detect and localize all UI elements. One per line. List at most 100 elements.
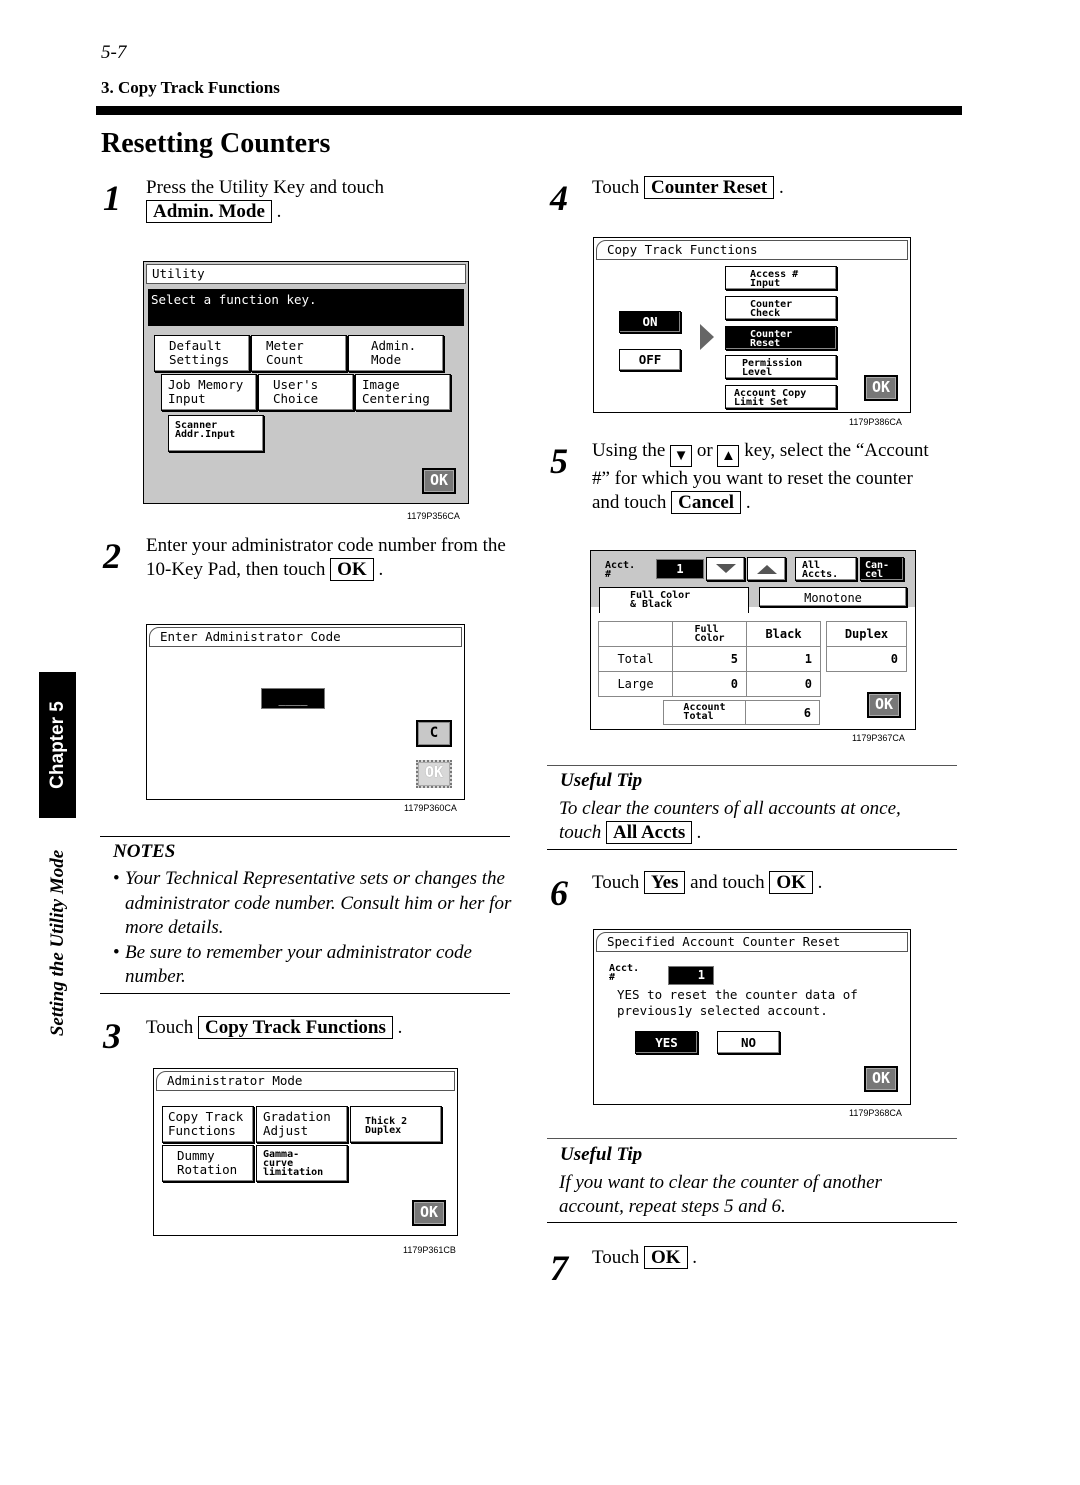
job-memory-input-button[interactable]: Job Memory Input xyxy=(161,374,257,411)
cell-full-color: 0 xyxy=(672,671,747,697)
admin-mode-screen: Administrator Mode Copy Track Functions … xyxy=(153,1068,458,1236)
figure-id: 1179P368CA xyxy=(849,1108,902,1118)
ok-button[interactable]: OK xyxy=(864,1066,898,1092)
clear-button[interactable]: C xyxy=(416,720,452,747)
off-button[interactable]: OFF xyxy=(619,349,681,371)
no-button[interactable]: NO xyxy=(717,1031,780,1054)
gradation-adjust-button[interactable]: Gradation Adjust xyxy=(256,1106,348,1143)
step-3-text: Touch Copy Track Functions . xyxy=(146,1016,526,1040)
account-total-text: Account Total xyxy=(683,702,726,722)
admin-code-field[interactable]: ____ xyxy=(261,688,325,709)
step-7-text: Touch OK . xyxy=(592,1246,952,1270)
up-button[interactable] xyxy=(747,557,786,581)
ok-button[interactable]: OK xyxy=(412,1200,446,1226)
tip-top-rule xyxy=(547,765,957,766)
meter-count-button[interactable]: Meter Count xyxy=(251,335,347,372)
step-text: Touch xyxy=(592,1247,640,1268)
table-header xyxy=(598,621,673,647)
table-header: Full Color xyxy=(672,621,747,647)
notes-top-rule xyxy=(100,836,510,837)
notes-list: Your Technical Representative sets or ch… xyxy=(113,867,513,990)
tip-line: To clear the counters of all accounts at… xyxy=(559,798,901,819)
key-label: OK xyxy=(643,1246,688,1269)
yes-button[interactable]: YES xyxy=(635,1031,698,1054)
notes-bottom-rule xyxy=(100,993,510,994)
admin-mode-button[interactable]: Admin. Mode xyxy=(348,335,444,372)
side-caption-label: Setting the Utility Mode xyxy=(46,849,68,1037)
copy-track-functions-button[interactable]: Copy Track Functions xyxy=(162,1106,254,1143)
step-number: 7 xyxy=(550,1248,568,1288)
ok-button: OK xyxy=(416,760,452,788)
permission-level-button[interactable]: Permission Level xyxy=(725,355,837,379)
chapter-tab: Chapter 5 xyxy=(39,672,76,818)
column-full-color: Full Color xyxy=(694,623,725,644)
image-centering-button[interactable]: Image Centering xyxy=(355,374,451,411)
step-text: key, select the “Account xyxy=(744,440,929,461)
step-5-text: Using the ▼ or ▲ key, select the “Accoun… xyxy=(592,439,967,515)
ok-button[interactable]: OK xyxy=(864,375,898,401)
account-total-value: 6 xyxy=(745,700,820,725)
punct: . xyxy=(745,492,751,513)
screen-title: Copy Track Functions xyxy=(596,240,908,260)
notes-heading: NOTES xyxy=(113,841,176,862)
counter-reset-button[interactable]: Counter Reset xyxy=(725,326,837,350)
key-label: Yes xyxy=(643,871,686,894)
reset-confirm-screen: Specified Account Counter Reset Acct. # … xyxy=(593,929,911,1105)
step-text: and touch xyxy=(592,492,667,513)
header-rule xyxy=(96,106,962,115)
cell-full-color: 5 xyxy=(672,646,747,672)
thick-2-duplex-button[interactable]: Thick 2 Duplex xyxy=(350,1106,442,1143)
punct: . xyxy=(276,201,282,222)
step-text: Touch xyxy=(146,1017,194,1038)
tab-full-color-black[interactable]: Full Color & Black xyxy=(599,587,749,613)
tip-heading: Useful Tip xyxy=(560,1144,643,1165)
step-text: Press the Utility Key and touch xyxy=(146,177,384,198)
users-choice-button[interactable]: User's Choice xyxy=(258,374,354,411)
step-number: 3 xyxy=(103,1016,121,1056)
step-number: 5 xyxy=(550,441,568,481)
tip-line: If you want to clear the counter of anot… xyxy=(559,1172,882,1193)
cell-duplex: 0 xyxy=(826,646,907,672)
punct: . xyxy=(692,1247,698,1268)
punct: . xyxy=(378,559,384,580)
chapter-tab-label: Chapter 5 xyxy=(46,701,68,789)
screen-title: Specified Account Counter Reset xyxy=(596,932,908,952)
tab-monotone[interactable]: Monotone xyxy=(759,587,907,607)
step-2-text: Enter your administrator code number fro… xyxy=(146,534,516,582)
scanner-addr-input-button[interactable]: Scanner Addr.Input xyxy=(168,415,264,452)
counter-check-button[interactable]: Counter Check xyxy=(725,296,837,320)
figure-id: 1179P356CA xyxy=(407,511,460,521)
down-button[interactable] xyxy=(706,557,745,581)
cell-black: 0 xyxy=(746,671,821,697)
tip-heading: Useful Tip xyxy=(560,770,643,791)
confirm-message: YES to reset the counter data of previou… xyxy=(617,987,858,1018)
counter-screen: Acct. # 1 All Accts. Can- cel Full Color… xyxy=(590,550,916,730)
cancel-button[interactable]: Can- cel xyxy=(860,557,904,581)
punct: . xyxy=(778,177,784,198)
access-input-button[interactable]: Access # Input xyxy=(725,266,837,290)
step-number: 2 xyxy=(103,536,121,576)
utility-screen: Utility Select a function key. Default S… xyxy=(143,261,469,504)
section-title: 3. Copy Track Functions xyxy=(101,78,280,97)
cell-black: 1 xyxy=(746,646,821,672)
key-label: OK xyxy=(330,558,374,581)
ok-button[interactable]: OK xyxy=(867,692,901,718)
key-label: Cancel xyxy=(671,491,742,514)
acct-number-field: 1 xyxy=(656,559,704,579)
step-number: 6 xyxy=(550,873,568,913)
step-text: Touch xyxy=(592,177,640,198)
default-settings-button[interactable]: Default Settings xyxy=(154,335,250,372)
ok-button[interactable]: OK xyxy=(422,468,456,494)
arrow-right-icon xyxy=(700,324,714,350)
step-6-text: Touch Yes and touch OK . xyxy=(592,871,952,895)
step-text: #” for which you want to reset the count… xyxy=(592,468,913,489)
key-label: All Accts xyxy=(605,821,693,844)
dummy-rotation-button[interactable]: Dummy Rotation xyxy=(162,1145,254,1182)
tip-top-rule xyxy=(547,1138,957,1139)
up-arrow-icon xyxy=(756,565,777,574)
all-accts-button[interactable]: All Accts. xyxy=(795,557,857,581)
account-copy-limit-set-button[interactable]: Account Copy Limit Set xyxy=(725,385,837,409)
gamma-curve-limitation-button[interactable]: Gamma- curve limitation xyxy=(256,1145,348,1182)
on-button[interactable]: ON xyxy=(619,311,681,333)
tip-line: account, repeat steps 5 and 6. xyxy=(559,1196,786,1217)
